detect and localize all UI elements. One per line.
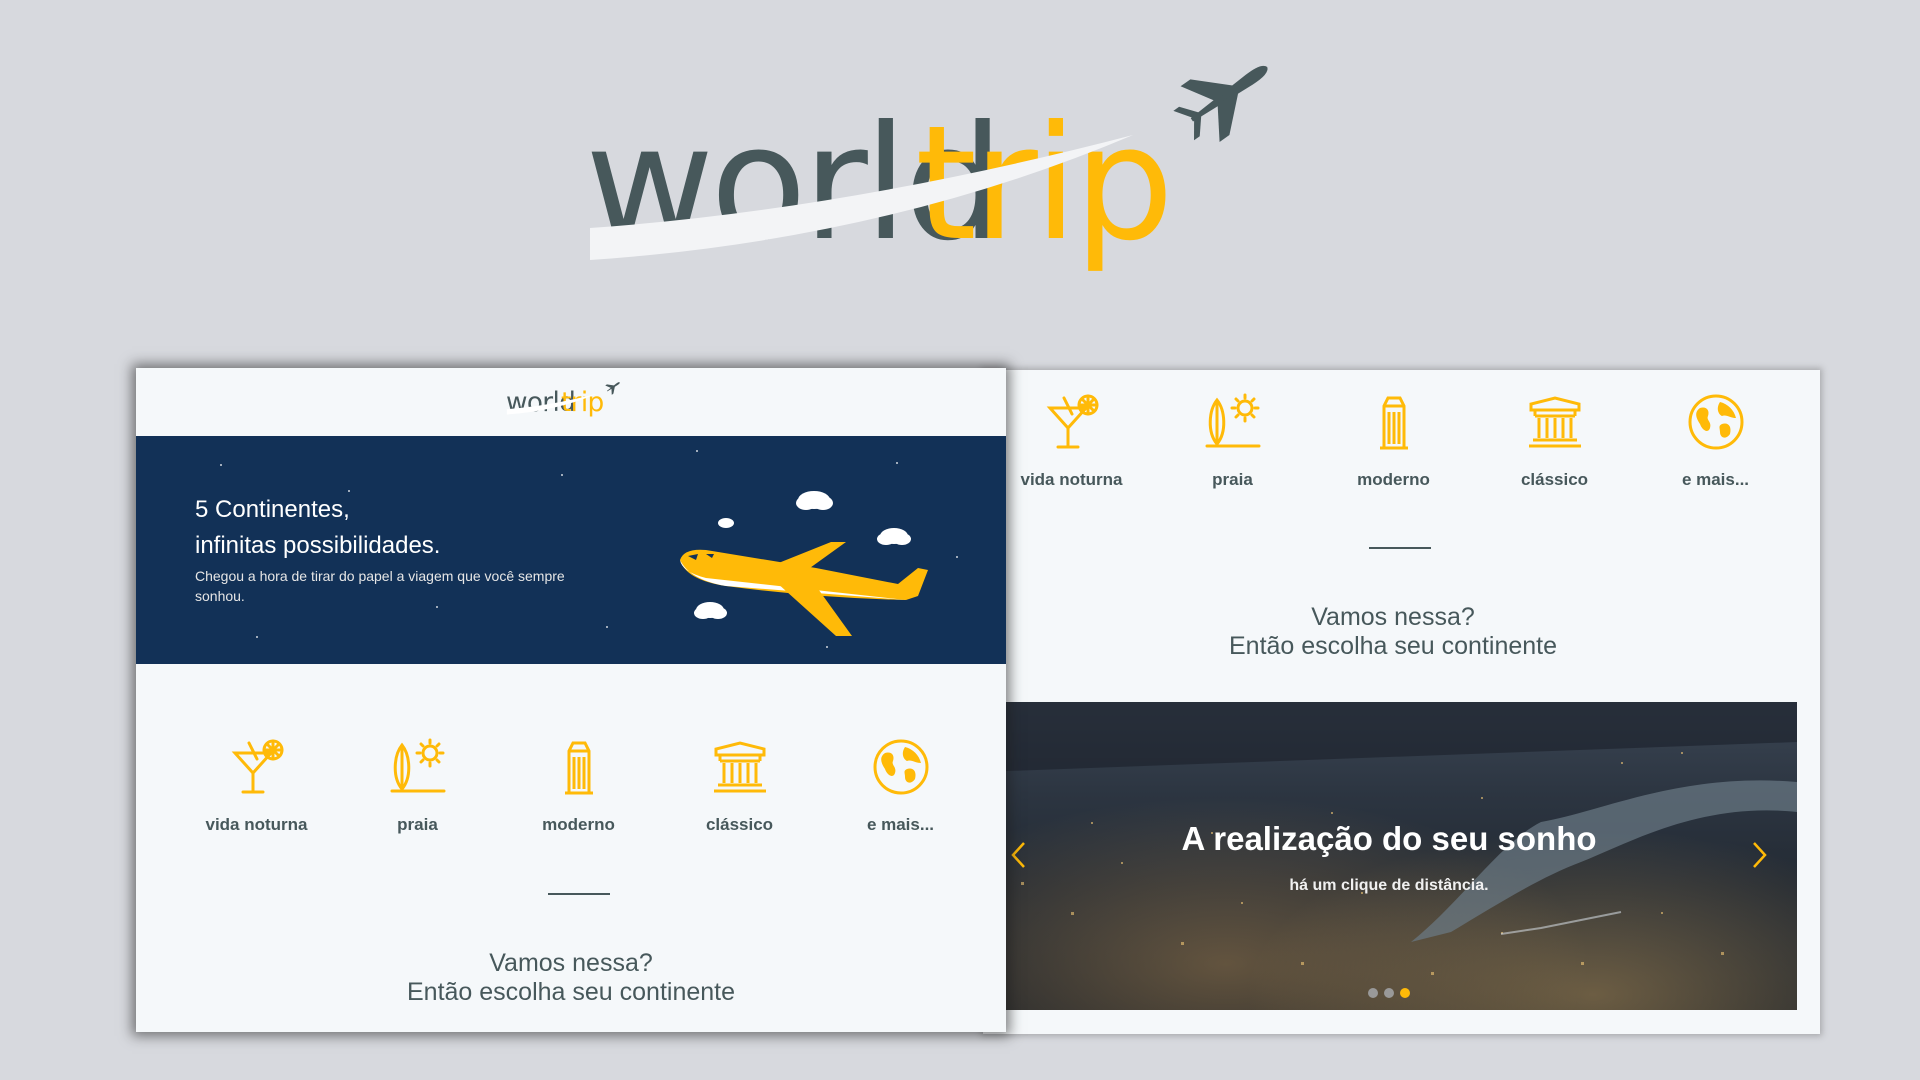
carousel-subtitle: há um clique de distância. (1289, 877, 1489, 894)
type-label: praia (1212, 470, 1253, 489)
type-label: moderno (542, 815, 615, 834)
carousel-dot[interactable] (1384, 988, 1394, 998)
type-label: e mais... (866, 815, 935, 834)
building-icon (564, 741, 593, 795)
travel-type-modern[interactable]: moderno (498, 737, 659, 835)
earth-globe-icon (1688, 394, 1743, 450)
section-divider (1369, 547, 1431, 549)
travel-type-beach[interactable]: praia (337, 737, 498, 835)
travel-type-more[interactable]: e mais... (1635, 392, 1796, 490)
travel-types-list: vida noturna praia moderno clássico e ma… (176, 737, 981, 835)
cta-line1: Vamos nessa? (1311, 603, 1475, 631)
continent-cta: Vamos nessa? Então escolha seu continent… (1103, 603, 1683, 661)
travel-type-modern[interactable]: moderno (1313, 392, 1474, 490)
screen-preview-left: world trip 5 Continentes, infinitas poss… (136, 368, 1006, 1032)
logo-graphic: world trip (585, 65, 1268, 276)
worldtrip-logo: world trip (585, 65, 1365, 290)
hero-title: 5 Continentes, infinitas possibilidades. (195, 492, 440, 564)
surfboard-sun-icon (1205, 393, 1260, 448)
building-icon (1379, 396, 1408, 450)
travel-types-list: vida noturna praia moderno clássico e ma… (991, 392, 1796, 490)
earth-globe-icon (873, 739, 928, 795)
continents-carousel[interactable]: A realização do seu sonho há um clique d… (981, 702, 1797, 1010)
cta-line1: Vamos nessa? (489, 949, 653, 977)
cta-line2: Então escolha seu continente (406, 978, 735, 1006)
header-logo[interactable]: world trip (506, 382, 636, 422)
carousel-pagination (981, 988, 1797, 998)
cocktail-icon (1046, 394, 1098, 449)
section-divider (548, 893, 610, 895)
hero-subtitle: Chegou a hora de tirar do papel a viagem… (195, 568, 565, 604)
type-label: vida noturna (1020, 470, 1123, 489)
hero-title-line2: infinitas possibilidades. (195, 532, 441, 559)
travel-type-nightlife[interactable]: vida noturna (991, 392, 1152, 490)
airplane-icon (1173, 65, 1268, 142)
type-label: clássico (1520, 470, 1589, 489)
type-label: clássico (705, 815, 774, 834)
travel-type-classic[interactable]: clássico (1474, 392, 1635, 490)
type-label: moderno (1357, 470, 1430, 489)
travel-type-beach[interactable]: praia (1152, 392, 1313, 490)
travel-type-nightlife[interactable]: vida noturna (176, 737, 337, 835)
type-label: e mais... (1681, 470, 1750, 489)
continent-cta: Vamos nessa? Então escolha seu continent… (281, 949, 861, 1007)
cta-line2: Então escolha seu continente (1228, 632, 1557, 660)
museum-icon (1528, 396, 1581, 448)
cocktail-icon (231, 739, 283, 794)
travel-type-classic[interactable]: clássico (659, 737, 820, 835)
site-header: world trip (136, 368, 1006, 436)
carousel-dot[interactable] (1368, 988, 1378, 998)
screen-preview-right: vida noturna praia moderno clássico e ma… (981, 370, 1820, 1034)
carousel-title: A realização do seu sonho (1181, 820, 1597, 857)
surfboard-sun-icon (390, 738, 445, 793)
airplane-icon (605, 382, 620, 395)
museum-icon (713, 741, 766, 793)
type-label: praia (397, 815, 438, 834)
airplane-illustration (680, 491, 928, 636)
type-label: vida noturna (205, 815, 308, 834)
travel-type-more[interactable]: e mais... (820, 737, 981, 835)
hero-title-line1: 5 Continentes, (195, 496, 350, 523)
hero-banner: 5 Continentes, infinitas possibilidades.… (136, 436, 1006, 664)
carousel-dot-active[interactable] (1400, 988, 1410, 998)
